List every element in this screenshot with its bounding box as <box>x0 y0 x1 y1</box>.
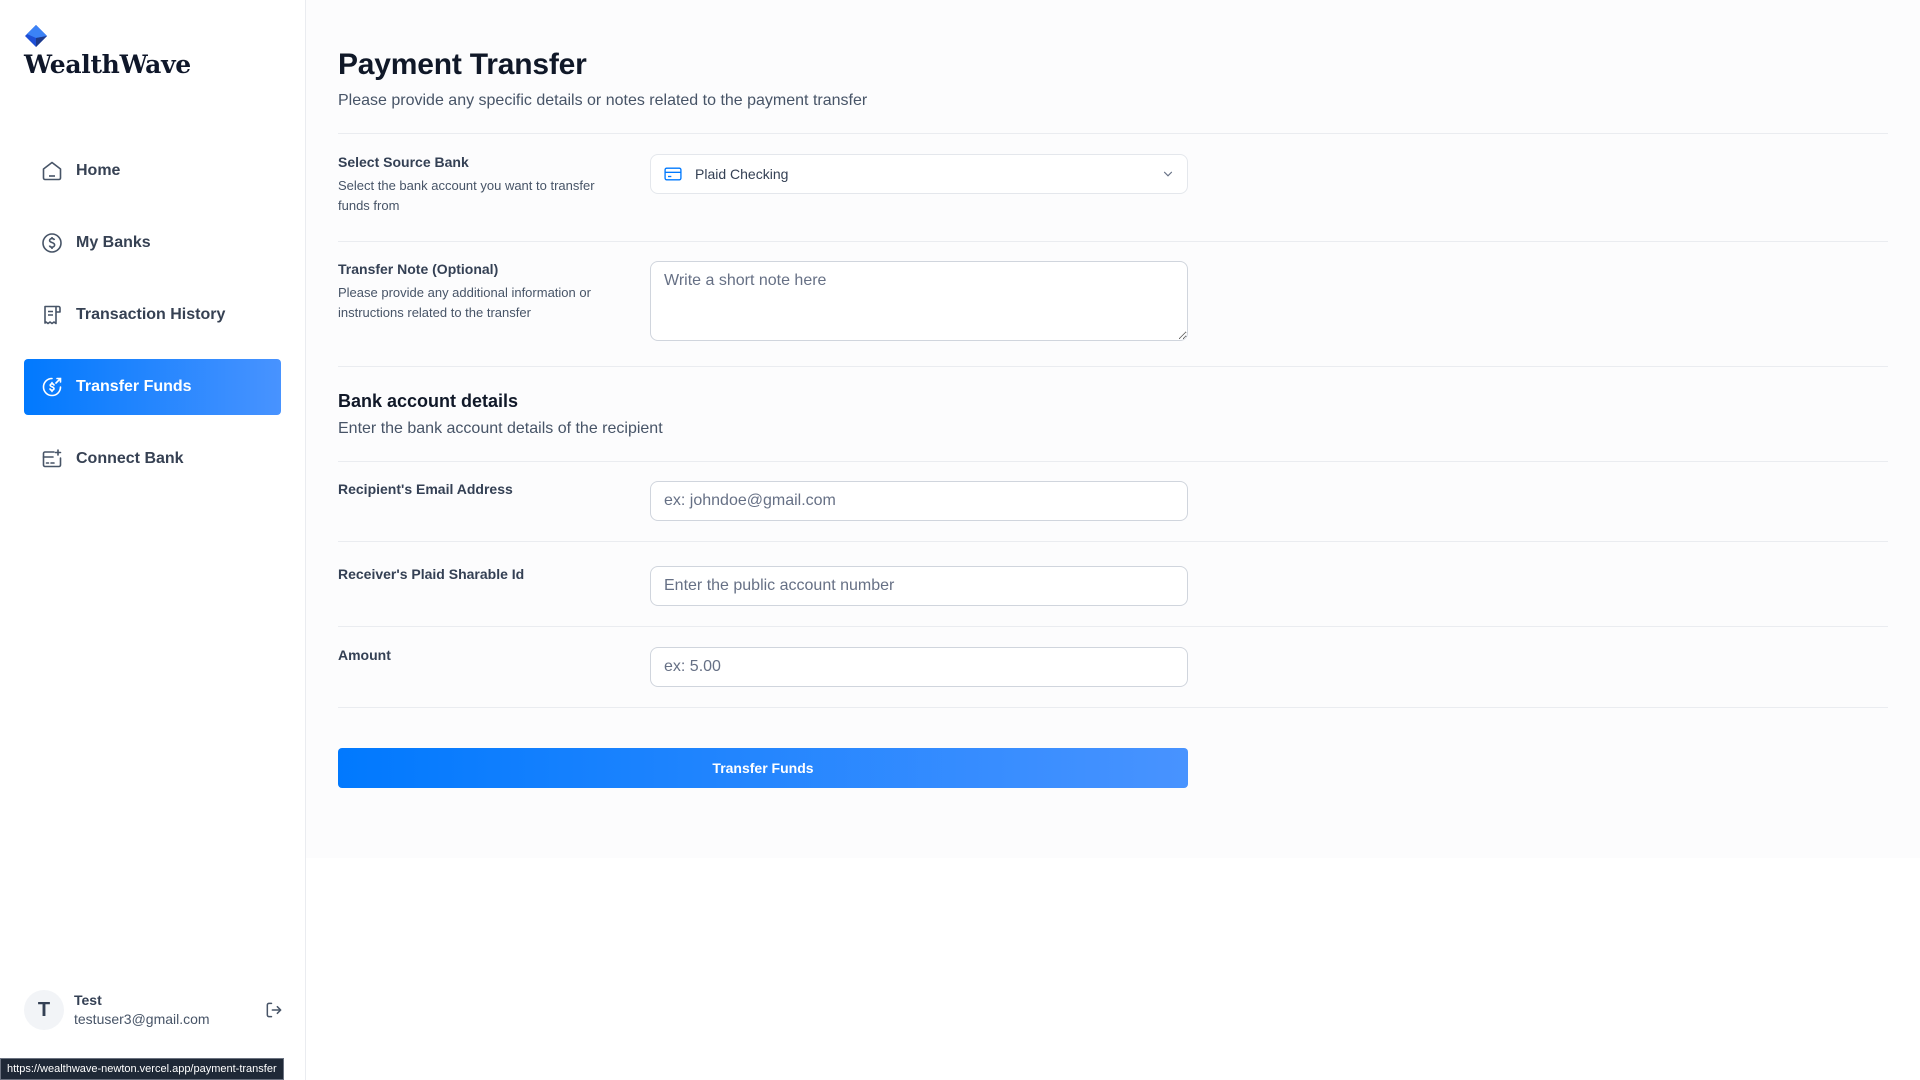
sidebar-item-label: Transfer Funds <box>76 378 192 395</box>
divider <box>338 541 1888 542</box>
card-add-icon <box>42 449 62 468</box>
divider <box>338 626 1888 627</box>
payment-transfer-form: Payment Transfer Please provide any spec… <box>338 48 1888 788</box>
divider <box>338 707 1888 708</box>
logo[interactable]: WealthWave <box>24 24 191 79</box>
sharable-id-field <box>650 566 1188 606</box>
divider <box>338 133 1888 134</box>
source-bank-select[interactable]: Plaid Checking <box>650 154 1188 194</box>
transfer-note-row: Transfer Note (Optional) Please provide … <box>338 261 1888 341</box>
source-bank-description: Select the bank account you want to tran… <box>338 178 595 213</box>
user-info: Test testuser3@gmail.com <box>74 991 210 1029</box>
sidebar-item-transfer-funds[interactable]: Transfer Funds <box>24 359 281 415</box>
transfer-note-field <box>650 261 1188 346</box>
recipient-email-field <box>650 481 1188 521</box>
status-bar-url: https://wealthwave-newton.vercel.app/pay… <box>0 1058 284 1080</box>
divider <box>338 366 1888 367</box>
money-send-icon <box>42 377 62 397</box>
page-subtitle: Please provide any specific details or n… <box>338 92 868 109</box>
sharable-id-row: Receiver's Plaid Sharable Id <box>338 566 1888 606</box>
sidebar-item-transaction-history[interactable]: Transaction History <box>24 287 281 343</box>
amount-field <box>650 647 1188 687</box>
divider <box>338 461 1888 462</box>
sharable-id-input[interactable] <box>650 566 1188 606</box>
user-email: testuser3@gmail.com <box>74 1011 210 1027</box>
logo-text: WealthWave <box>24 50 191 79</box>
bank-details-subtitle: Enter the bank account details of the re… <box>338 420 663 437</box>
recipient-email-row: Recipient's Email Address <box>338 481 1888 521</box>
source-bank-field: Plaid Checking <box>650 154 1188 194</box>
source-bank-row: Select Source Bank Select the bank accou… <box>338 154 1888 216</box>
user-profile: T Test testuser3@gmail.com <box>24 990 284 1030</box>
sidebar-item-home[interactable]: Home <box>24 143 281 199</box>
avatar: T <box>24 990 64 1030</box>
transfer-note-description: Please provide any additional informatio… <box>338 285 591 320</box>
sidebar-item-label: Transaction History <box>76 306 226 323</box>
sidebar-item-label: Home <box>76 162 121 179</box>
sidebar-item-label: My Banks <box>76 234 151 251</box>
logo-icon <box>25 25 47 47</box>
chevron-down-icon <box>1163 171 1173 177</box>
logout-icon[interactable] <box>264 1000 284 1020</box>
transfer-funds-button[interactable]: Transfer Funds <box>338 748 1188 788</box>
page-title: Payment Transfer <box>338 48 587 81</box>
source-bank-selected: Plaid Checking <box>695 166 789 182</box>
sidebar-item-label: Connect Bank <box>76 450 184 467</box>
receipt-icon <box>44 305 61 325</box>
bank-details-title: Bank account details <box>338 391 519 411</box>
bank-details-header: Bank account details Enter the bank acco… <box>338 391 1888 438</box>
amount-input[interactable] <box>650 647 1188 687</box>
amount-row: Amount <box>338 647 1888 687</box>
divider <box>338 241 1888 242</box>
credit-card-icon <box>664 167 682 181</box>
main-content: Payment Transfer Please provide any spec… <box>306 0 1920 858</box>
sidebar: WealthWave Home My Banks Transaction His… <box>0 0 306 1080</box>
sidebar-nav: Home My Banks Transaction History Transf… <box>24 143 281 503</box>
sidebar-item-my-banks[interactable]: My Banks <box>24 215 281 271</box>
user-name: Test <box>74 992 102 1008</box>
home-icon <box>42 161 62 181</box>
sidebar-item-connect-bank[interactable]: Connect Bank <box>24 431 281 487</box>
recipient-email-input[interactable] <box>650 481 1188 521</box>
dollar-circle-icon <box>42 233 62 253</box>
transfer-note-textarea[interactable] <box>650 261 1188 341</box>
